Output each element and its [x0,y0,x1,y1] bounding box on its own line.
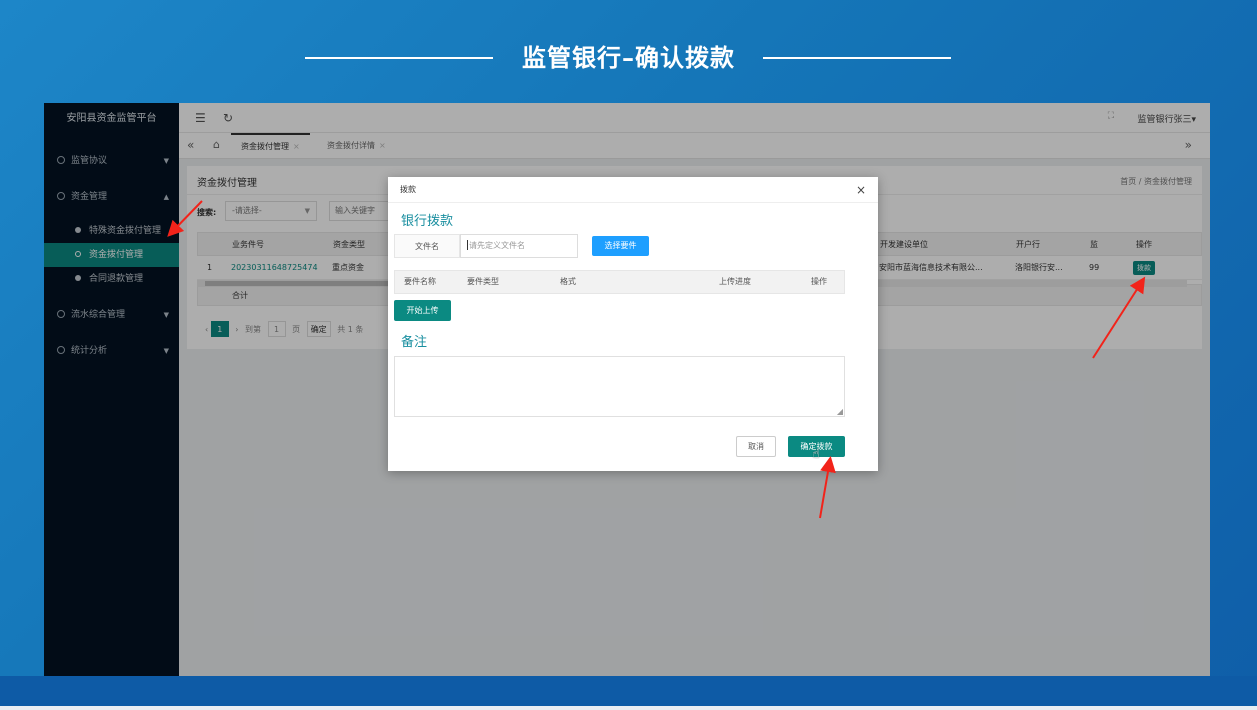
cancel-button[interactable]: 取消 [736,436,776,457]
column-header: 上传进度 [719,277,751,286]
resize-handle-icon[interactable]: ◢ [837,407,843,416]
column-header: 要件类型 [467,277,499,286]
text-caret [467,240,468,250]
section-bank-title: 银行拨款 [401,214,454,229]
column-header: 格式 [560,277,576,286]
start-upload-button[interactable]: 开始上传 [394,300,451,321]
slide-bottom-band [0,676,1257,710]
column-header: 操作 [811,277,827,286]
file-name-label: 文件名 [394,234,460,258]
hand-cursor-icon: ☝ [812,447,820,462]
choose-file-button[interactable]: 选择要件 [592,236,649,256]
section-remark-title: 备注 [401,335,428,350]
slide-bottom-strip [0,706,1257,710]
remark-textarea[interactable]: ◢ [394,356,845,417]
dialog-title: 拨款 [400,185,416,194]
column-header: 要件名称 [404,277,436,286]
slide-title: 监管银行–确认拨款 [522,43,735,72]
file-name-input[interactable]: 请先定义文件名 [460,234,578,258]
disburse-dialog: 拨款 × 银行拨款 文件名 请先定义文件名 选择要件 要件名称 要件类型 格式 … [388,177,878,471]
upload-table-header: 要件名称 要件类型 格式 上传进度 操作 [394,270,845,294]
dialog-header: 拨款 × [388,177,878,203]
file-name-placeholder: 请先定义文件名 [469,241,525,250]
close-icon[interactable]: × [856,177,866,203]
